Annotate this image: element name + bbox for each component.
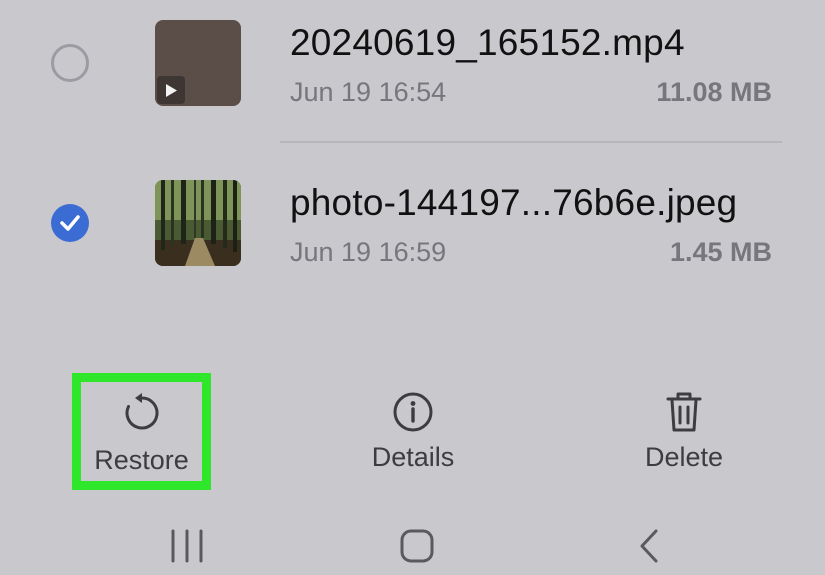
- details-label: Details: [371, 442, 455, 472]
- file-name: photo-144197...76b6e.jpeg: [290, 182, 738, 223]
- restore-label: Restore: [94, 445, 189, 475]
- details-button[interactable]: Details: [343, 378, 483, 488]
- divider: [280, 141, 782, 143]
- trash-icon: [664, 390, 704, 439]
- file-date: Jun 19 16:59: [290, 237, 447, 267]
- file-date: Jun 19 16:54: [290, 77, 447, 107]
- delete-button[interactable]: Delete: [614, 378, 754, 488]
- restore-icon: [121, 392, 163, 439]
- select-radio[interactable]: [51, 44, 89, 82]
- home-icon[interactable]: [399, 528, 435, 569]
- file-size: 11.08 MB: [656, 77, 772, 107]
- back-icon[interactable]: [637, 528, 661, 569]
- play-icon: [157, 76, 185, 104]
- list-item[interactable]: 20240619_165152.mp4 Jun 19 16:54 11.08 M…: [0, 0, 825, 120]
- select-radio-checked[interactable]: [51, 204, 89, 242]
- video-thumbnail[interactable]: [155, 20, 241, 106]
- list-item[interactable]: photo-144197...76b6e.jpeg Jun 19 16:59 1…: [0, 160, 825, 280]
- delete-label: Delete: [644, 442, 724, 472]
- file-size: 1.45 MB: [669, 237, 772, 267]
- info-icon: [391, 390, 435, 439]
- restore-button[interactable]: Restore: [72, 373, 211, 490]
- image-thumbnail[interactable]: [155, 180, 241, 266]
- file-name: 20240619_165152.mp4: [290, 22, 685, 63]
- recents-icon[interactable]: [170, 528, 204, 569]
